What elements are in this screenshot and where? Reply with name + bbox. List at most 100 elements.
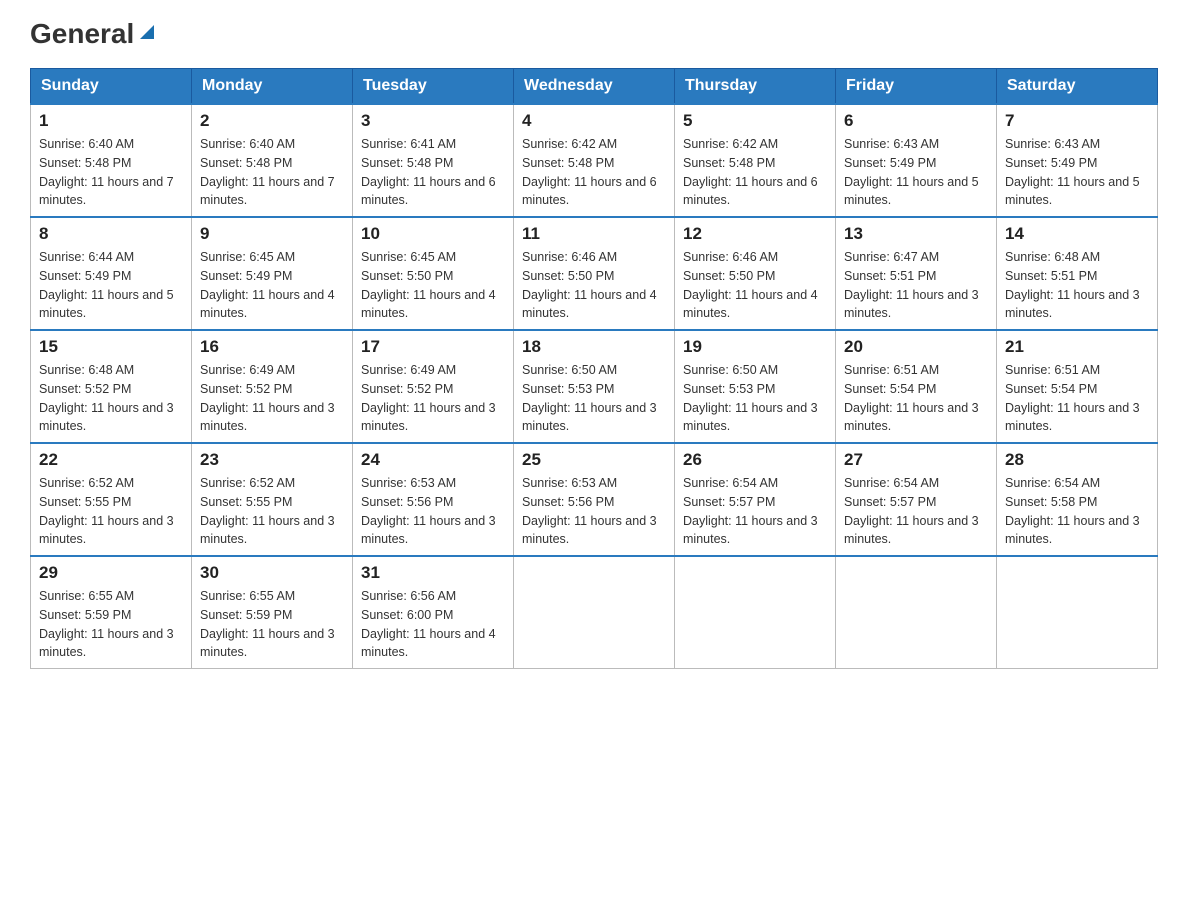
logo: General [30,20,158,48]
day-info: Sunrise: 6:50 AM Sunset: 5:53 PM Dayligh… [683,361,827,436]
day-info: Sunrise: 6:42 AM Sunset: 5:48 PM Dayligh… [683,135,827,210]
day-number: 3 [361,111,505,131]
day-info: Sunrise: 6:52 AM Sunset: 5:55 PM Dayligh… [39,474,183,549]
calendar-cell: 26 Sunrise: 6:54 AM Sunset: 5:57 PM Dayl… [675,443,836,556]
day-number: 10 [361,224,505,244]
day-info: Sunrise: 6:48 AM Sunset: 5:52 PM Dayligh… [39,361,183,436]
calendar-cell: 19 Sunrise: 6:50 AM Sunset: 5:53 PM Dayl… [675,330,836,443]
calendar-cell: 14 Sunrise: 6:48 AM Sunset: 5:51 PM Dayl… [997,217,1158,330]
calendar-cell: 21 Sunrise: 6:51 AM Sunset: 5:54 PM Dayl… [997,330,1158,443]
weekday-header-tuesday: Tuesday [353,69,514,105]
day-info: Sunrise: 6:42 AM Sunset: 5:48 PM Dayligh… [522,135,666,210]
day-info: Sunrise: 6:49 AM Sunset: 5:52 PM Dayligh… [200,361,344,436]
weekday-header-thursday: Thursday [675,69,836,105]
weekday-header-monday: Monday [192,69,353,105]
calendar-cell: 24 Sunrise: 6:53 AM Sunset: 5:56 PM Dayl… [353,443,514,556]
week-row-4: 22 Sunrise: 6:52 AM Sunset: 5:55 PM Dayl… [31,443,1158,556]
day-number: 15 [39,337,183,357]
calendar-cell: 9 Sunrise: 6:45 AM Sunset: 5:49 PM Dayli… [192,217,353,330]
day-number: 30 [200,563,344,583]
day-number: 20 [844,337,988,357]
day-number: 16 [200,337,344,357]
calendar-table: SundayMondayTuesdayWednesdayThursdayFrid… [30,68,1158,669]
day-number: 19 [683,337,827,357]
day-number: 1 [39,111,183,131]
day-info: Sunrise: 6:44 AM Sunset: 5:49 PM Dayligh… [39,248,183,323]
calendar-cell: 5 Sunrise: 6:42 AM Sunset: 5:48 PM Dayli… [675,104,836,217]
day-number: 26 [683,450,827,470]
day-info: Sunrise: 6:55 AM Sunset: 5:59 PM Dayligh… [200,587,344,662]
calendar-cell: 6 Sunrise: 6:43 AM Sunset: 5:49 PM Dayli… [836,104,997,217]
day-info: Sunrise: 6:45 AM Sunset: 5:49 PM Dayligh… [200,248,344,323]
calendar-cell: 13 Sunrise: 6:47 AM Sunset: 5:51 PM Dayl… [836,217,997,330]
week-row-1: 1 Sunrise: 6:40 AM Sunset: 5:48 PM Dayli… [31,104,1158,217]
weekday-header-row: SundayMondayTuesdayWednesdayThursdayFrid… [31,69,1158,105]
day-info: Sunrise: 6:41 AM Sunset: 5:48 PM Dayligh… [361,135,505,210]
calendar-cell [836,556,997,669]
calendar-cell: 2 Sunrise: 6:40 AM Sunset: 5:48 PM Dayli… [192,104,353,217]
day-info: Sunrise: 6:40 AM Sunset: 5:48 PM Dayligh… [39,135,183,210]
calendar-cell: 28 Sunrise: 6:54 AM Sunset: 5:58 PM Dayl… [997,443,1158,556]
week-row-5: 29 Sunrise: 6:55 AM Sunset: 5:59 PM Dayl… [31,556,1158,669]
logo-triangle-icon [136,21,158,43]
calendar-cell: 30 Sunrise: 6:55 AM Sunset: 5:59 PM Dayl… [192,556,353,669]
page-header: General [30,20,1158,48]
calendar-cell: 15 Sunrise: 6:48 AM Sunset: 5:52 PM Dayl… [31,330,192,443]
day-info: Sunrise: 6:46 AM Sunset: 5:50 PM Dayligh… [683,248,827,323]
day-info: Sunrise: 6:43 AM Sunset: 5:49 PM Dayligh… [1005,135,1149,210]
calendar-cell: 1 Sunrise: 6:40 AM Sunset: 5:48 PM Dayli… [31,104,192,217]
day-number: 25 [522,450,666,470]
day-number: 6 [844,111,988,131]
day-info: Sunrise: 6:52 AM Sunset: 5:55 PM Dayligh… [200,474,344,549]
calendar-cell: 4 Sunrise: 6:42 AM Sunset: 5:48 PM Dayli… [514,104,675,217]
calendar-cell: 18 Sunrise: 6:50 AM Sunset: 5:53 PM Dayl… [514,330,675,443]
day-number: 18 [522,337,666,357]
day-number: 22 [39,450,183,470]
calendar-cell: 31 Sunrise: 6:56 AM Sunset: 6:00 PM Dayl… [353,556,514,669]
day-info: Sunrise: 6:47 AM Sunset: 5:51 PM Dayligh… [844,248,988,323]
day-info: Sunrise: 6:53 AM Sunset: 5:56 PM Dayligh… [361,474,505,549]
day-info: Sunrise: 6:40 AM Sunset: 5:48 PM Dayligh… [200,135,344,210]
day-number: 14 [1005,224,1149,244]
day-number: 4 [522,111,666,131]
day-number: 27 [844,450,988,470]
day-info: Sunrise: 6:50 AM Sunset: 5:53 PM Dayligh… [522,361,666,436]
day-info: Sunrise: 6:51 AM Sunset: 5:54 PM Dayligh… [844,361,988,436]
calendar-cell: 17 Sunrise: 6:49 AM Sunset: 5:52 PM Dayl… [353,330,514,443]
day-number: 24 [361,450,505,470]
day-number: 29 [39,563,183,583]
day-number: 21 [1005,337,1149,357]
day-info: Sunrise: 6:48 AM Sunset: 5:51 PM Dayligh… [1005,248,1149,323]
logo-general: General [30,20,134,48]
day-info: Sunrise: 6:53 AM Sunset: 5:56 PM Dayligh… [522,474,666,549]
day-number: 9 [200,224,344,244]
calendar-cell: 23 Sunrise: 6:52 AM Sunset: 5:55 PM Dayl… [192,443,353,556]
day-number: 23 [200,450,344,470]
calendar-cell: 10 Sunrise: 6:45 AM Sunset: 5:50 PM Dayl… [353,217,514,330]
day-info: Sunrise: 6:55 AM Sunset: 5:59 PM Dayligh… [39,587,183,662]
day-number: 28 [1005,450,1149,470]
day-info: Sunrise: 6:46 AM Sunset: 5:50 PM Dayligh… [522,248,666,323]
day-number: 11 [522,224,666,244]
calendar-cell: 27 Sunrise: 6:54 AM Sunset: 5:57 PM Dayl… [836,443,997,556]
day-number: 8 [39,224,183,244]
calendar-cell [997,556,1158,669]
week-row-3: 15 Sunrise: 6:48 AM Sunset: 5:52 PM Dayl… [31,330,1158,443]
day-number: 5 [683,111,827,131]
weekday-header-friday: Friday [836,69,997,105]
day-info: Sunrise: 6:56 AM Sunset: 6:00 PM Dayligh… [361,587,505,662]
day-info: Sunrise: 6:51 AM Sunset: 5:54 PM Dayligh… [1005,361,1149,436]
calendar-cell [675,556,836,669]
calendar-cell: 25 Sunrise: 6:53 AM Sunset: 5:56 PM Dayl… [514,443,675,556]
calendar-cell: 11 Sunrise: 6:46 AM Sunset: 5:50 PM Dayl… [514,217,675,330]
day-number: 31 [361,563,505,583]
calendar-cell: 20 Sunrise: 6:51 AM Sunset: 5:54 PM Dayl… [836,330,997,443]
day-info: Sunrise: 6:54 AM Sunset: 5:57 PM Dayligh… [844,474,988,549]
calendar-cell: 3 Sunrise: 6:41 AM Sunset: 5:48 PM Dayli… [353,104,514,217]
calendar-cell: 29 Sunrise: 6:55 AM Sunset: 5:59 PM Dayl… [31,556,192,669]
day-info: Sunrise: 6:49 AM Sunset: 5:52 PM Dayligh… [361,361,505,436]
weekday-header-sunday: Sunday [31,69,192,105]
week-row-2: 8 Sunrise: 6:44 AM Sunset: 5:49 PM Dayli… [31,217,1158,330]
day-info: Sunrise: 6:45 AM Sunset: 5:50 PM Dayligh… [361,248,505,323]
day-info: Sunrise: 6:54 AM Sunset: 5:58 PM Dayligh… [1005,474,1149,549]
